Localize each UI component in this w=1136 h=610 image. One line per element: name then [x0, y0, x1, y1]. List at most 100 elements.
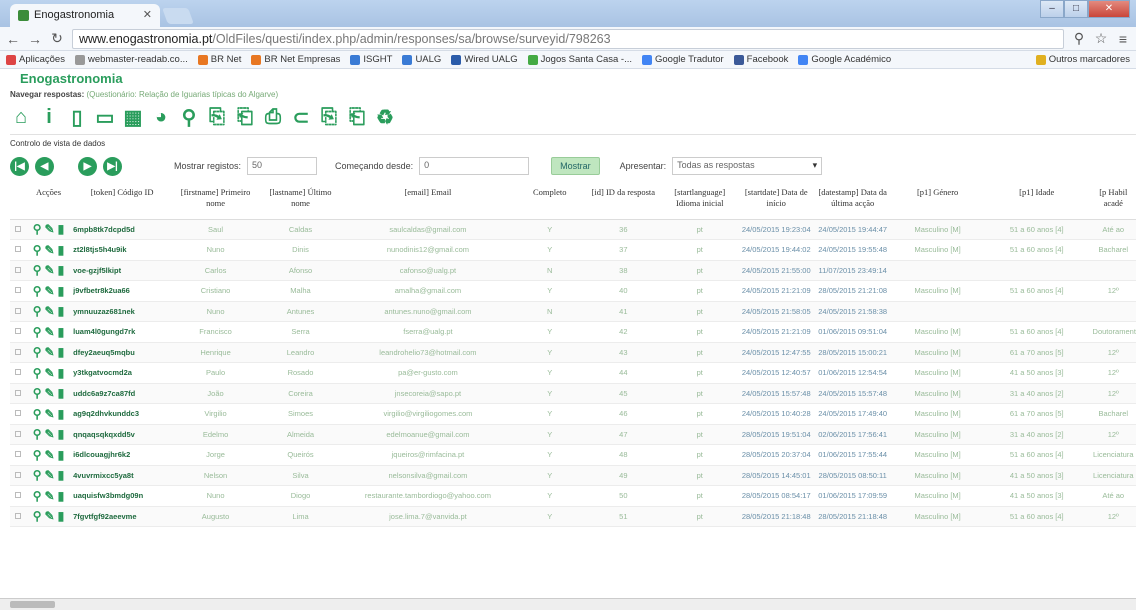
edit-icon[interactable]: ✎: [45, 222, 55, 236]
first-page-icon[interactable]: |◀: [10, 156, 29, 176]
last-page-icon[interactable]: ▶|: [103, 156, 122, 176]
menu-icon[interactable]: ≡: [1116, 31, 1130, 47]
edit-icon[interactable]: ✎: [45, 468, 55, 482]
window-icon[interactable]: ▭: [94, 107, 116, 129]
statistics-icon[interactable]: ◕: [150, 106, 172, 129]
row-checkbox[interactable]: [10, 485, 26, 507]
column-header[interactable]: [firstname] Primeiro nome: [173, 185, 259, 220]
view-icon[interactable]: ⚲: [33, 304, 42, 318]
row-checkbox[interactable]: [10, 403, 26, 425]
column-header[interactable]: [p Habil acadé: [1090, 185, 1136, 220]
search-icon[interactable]: ⚲: [1072, 30, 1086, 47]
address-bar[interactable]: www.enogastronomia.pt/OldFiles/questi/in…: [72, 28, 1064, 49]
horizontal-scrollbar[interactable]: [0, 598, 1136, 610]
start-from-input[interactable]: 0: [419, 157, 530, 175]
edit-icon[interactable]: ✎: [45, 448, 55, 462]
delete-icon[interactable]: ▮: [58, 427, 65, 441]
calendar-icon[interactable]: ▦: [122, 107, 144, 129]
view-icon[interactable]: ⚲: [33, 427, 42, 441]
column-header[interactable]: [startdate] Data de início: [739, 185, 814, 220]
bookmark-item[interactable]: Google Tradutor: [642, 54, 724, 65]
view-icon[interactable]: ⚲: [33, 222, 42, 236]
info-icon[interactable]: i: [38, 106, 60, 129]
delete-icon[interactable]: ▮: [58, 304, 65, 318]
column-header[interactable]: Acções: [25, 185, 72, 220]
row-checkbox[interactable]: [10, 465, 26, 486]
edit-icon[interactable]: ✎: [45, 366, 55, 380]
star-icon[interactable]: ☆: [1094, 30, 1108, 47]
show-button[interactable]: Mostrar: [551, 157, 600, 175]
row-checkbox[interactable]: [10, 506, 26, 527]
edit-icon[interactable]: ✎: [45, 509, 55, 523]
delete-icon[interactable]: ▮: [58, 222, 65, 236]
column-header[interactable]: [p1] Género: [892, 185, 983, 220]
view-icon[interactable]: ⚲: [33, 468, 42, 482]
bookmark-item[interactable]: Wired UALG: [451, 54, 518, 65]
edit-icon[interactable]: ✎: [45, 325, 55, 339]
browser-tab[interactable]: Enogastronomia ✕: [10, 4, 160, 27]
close-tab-icon[interactable]: ✕: [143, 8, 152, 21]
delete-icon[interactable]: ▮: [58, 345, 65, 359]
bookmark-item[interactable]: Jogos Santa Casa -...: [527, 54, 632, 65]
view-icon[interactable]: ⚲: [33, 263, 42, 277]
delete-icon[interactable]: ▮: [58, 386, 65, 400]
bookmark-item[interactable]: Google Académico: [798, 54, 891, 65]
view-icon[interactable]: ⚲: [33, 509, 42, 523]
column-header[interactable]: Completo: [512, 185, 587, 220]
saved-responses-icon[interactable]: ⊂: [290, 107, 312, 129]
show-records-input[interactable]: 50: [247, 157, 318, 175]
edit-icon[interactable]: ✎: [45, 427, 55, 441]
export-icon[interactable]: ⎘: [206, 106, 228, 129]
delete-icon[interactable]: ▮: [58, 325, 65, 339]
edit-icon[interactable]: ✎: [45, 263, 55, 277]
maximize-button[interactable]: □: [1064, 0, 1088, 18]
new-tab-button[interactable]: [162, 8, 194, 24]
delete-icon[interactable]: ▮: [58, 407, 65, 421]
delete-icon[interactable]: ▮: [58, 366, 65, 380]
close-window-button[interactable]: ✕: [1088, 0, 1130, 18]
row-checkbox[interactable]: [10, 301, 26, 322]
view-icon[interactable]: ⚲: [33, 325, 42, 339]
view-icon[interactable]: ⚲: [33, 489, 42, 503]
row-checkbox[interactable]: [10, 424, 26, 445]
back-arrow-icon[interactable]: ←: [6, 31, 20, 47]
row-checkbox[interactable]: [10, 383, 26, 404]
view-icon[interactable]: ⚲: [33, 243, 42, 257]
row-checkbox[interactable]: [10, 444, 26, 466]
edit-icon[interactable]: ✎: [45, 489, 55, 503]
import-icon[interactable]: ⎗: [234, 106, 256, 129]
view-icon[interactable]: ⚲: [33, 386, 42, 400]
edit-icon[interactable]: ✎: [45, 345, 55, 359]
forward-arrow-icon[interactable]: →: [28, 31, 42, 47]
column-header[interactable]: [p1] Idade: [982, 185, 1091, 220]
view-icon[interactable]: ⚲: [33, 366, 42, 380]
column-header[interactable]: [datestamp] Data da última acção: [813, 185, 893, 220]
view-icon[interactable]: ⚲: [33, 345, 42, 359]
delete-icon[interactable]: ▮: [58, 284, 65, 298]
row-checkbox[interactable]: [10, 219, 26, 240]
bookmark-item[interactable]: Outros marcadores: [1035, 54, 1130, 65]
bookmark-item[interactable]: Facebook: [733, 54, 788, 65]
edit-icon[interactable]: ✎: [45, 243, 55, 257]
column-header[interactable]: [email] Email: [342, 185, 513, 220]
delete-icon[interactable]: ▮: [58, 263, 65, 277]
column-header[interactable]: [id] ID da resposta: [586, 185, 661, 220]
delete-icon[interactable]: ▮: [58, 468, 65, 482]
edit-icon[interactable]: ✎: [45, 304, 55, 318]
home-icon[interactable]: ⌂: [10, 106, 32, 129]
bookmark-item[interactable]: BR Net: [197, 54, 241, 65]
delete-icon[interactable]: ▮: [58, 489, 65, 503]
document-icon[interactable]: ▯: [66, 107, 88, 129]
column-header[interactable]: [token] Código ID: [71, 185, 174, 220]
bookmark-item[interactable]: webmaster-readab.co...: [74, 54, 188, 65]
edit-icon[interactable]: ✎: [45, 284, 55, 298]
delete-icon[interactable]: ▮: [58, 243, 65, 257]
vv-export-icon[interactable]: ⎘: [318, 106, 340, 129]
bookmark-item[interactable]: BR Net Empresas: [251, 54, 340, 65]
previous-page-icon[interactable]: ◀: [35, 156, 54, 176]
next-page-icon[interactable]: ▶: [78, 156, 97, 176]
view-icon[interactable]: ⚲: [33, 407, 42, 421]
column-header[interactable]: [startlanguage] Idioma inicial: [660, 185, 740, 220]
vv-import-icon[interactable]: ⎗: [346, 106, 368, 129]
view-icon[interactable]: ⚲: [33, 284, 42, 298]
